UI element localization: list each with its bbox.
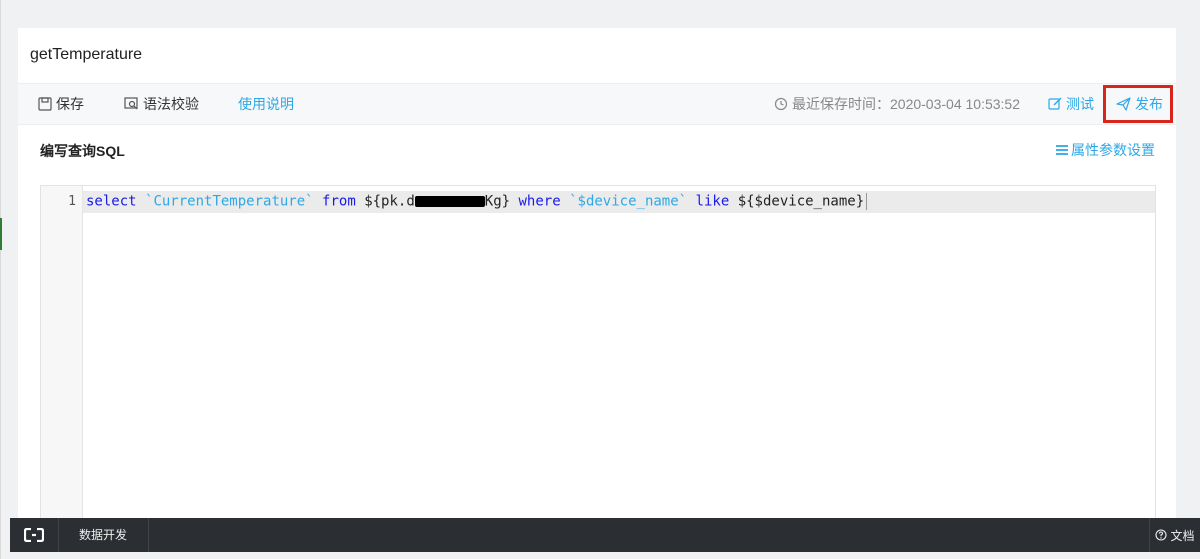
pk-prefix: ${pk.d bbox=[364, 193, 415, 210]
help-link[interactable]: 使用说明 bbox=[238, 84, 294, 124]
redacted-block bbox=[414, 196, 485, 207]
publish-button[interactable]: 发布 bbox=[1116, 84, 1163, 124]
clock-icon bbox=[774, 97, 788, 111]
keyword-from: from bbox=[322, 193, 356, 210]
tab-data-development[interactable]: 数据开发 bbox=[58, 518, 149, 552]
attribute-settings-link[interactable]: 属性参数设置 bbox=[1055, 140, 1155, 160]
sql-editor-panel: getTemperature 保存 语法校验 使用说明 最近保存时间：2020-… bbox=[18, 28, 1176, 519]
sql-code: select `CurrentTemperature` from ${pk.d K… bbox=[86, 193, 868, 210]
syntax-check-label: 语法校验 bbox=[143, 96, 199, 112]
left-accent-marker bbox=[0, 218, 2, 250]
line-gutter: 1 bbox=[41, 186, 83, 519]
publish-label: 发布 bbox=[1135, 96, 1163, 112]
attribute-settings-label: 属性参数设置 bbox=[1071, 142, 1155, 158]
device-param: ${$device_name} bbox=[737, 193, 865, 210]
field-name: `CurrentTemperature` bbox=[145, 193, 314, 210]
bottom-bar: 数据开发 文档 bbox=[10, 518, 1200, 552]
test-button[interactable]: 测试 bbox=[1048, 84, 1094, 124]
help-circle-icon bbox=[1155, 529, 1168, 541]
left-border bbox=[0, 0, 1, 559]
code-editor[interactable]: 1 select `CurrentTemperature` from ${pk.… bbox=[40, 185, 1156, 519]
save-label: 保存 bbox=[56, 96, 84, 112]
test-label: 测试 bbox=[1066, 96, 1094, 112]
docs-label: 文档 bbox=[1170, 528, 1195, 543]
text-cursor bbox=[866, 193, 868, 210]
keyword-select: select bbox=[86, 193, 137, 210]
section-title: 编写查询SQL bbox=[40, 143, 125, 159]
syntax-check-icon bbox=[124, 97, 138, 110]
logo[interactable] bbox=[10, 518, 59, 552]
syntax-check-button[interactable]: 语法校验 bbox=[124, 84, 199, 124]
edit-icon bbox=[1048, 97, 1062, 110]
keyword-where: where bbox=[518, 193, 561, 210]
page-title: getTemperature bbox=[30, 46, 143, 63]
save-button[interactable]: 保存 bbox=[38, 84, 84, 124]
device-field: `$device_name` bbox=[569, 193, 688, 210]
keyword-like: like bbox=[695, 193, 730, 210]
active-code-line[interactable]: select `CurrentTemperature` from ${pk.d K… bbox=[83, 191, 1155, 213]
send-icon bbox=[1116, 97, 1131, 111]
docs-button[interactable]: 文档 bbox=[1149, 518, 1200, 552]
last-saved-text: 最近保存时间：2020-03-04 10:53:52 bbox=[792, 96, 1020, 112]
toolbar: 保存 语法校验 使用说明 最近保存时间：2020-03-04 10:53:52 … bbox=[18, 83, 1176, 125]
line-number: 1 bbox=[68, 194, 76, 209]
save-icon bbox=[38, 97, 52, 111]
cloud-logo-icon bbox=[24, 528, 44, 542]
pk-suffix: Kg} bbox=[484, 193, 511, 210]
last-saved-status: 最近保存时间：2020-03-04 10:53:52 bbox=[774, 84, 1020, 124]
menu-icon bbox=[1056, 145, 1068, 155]
